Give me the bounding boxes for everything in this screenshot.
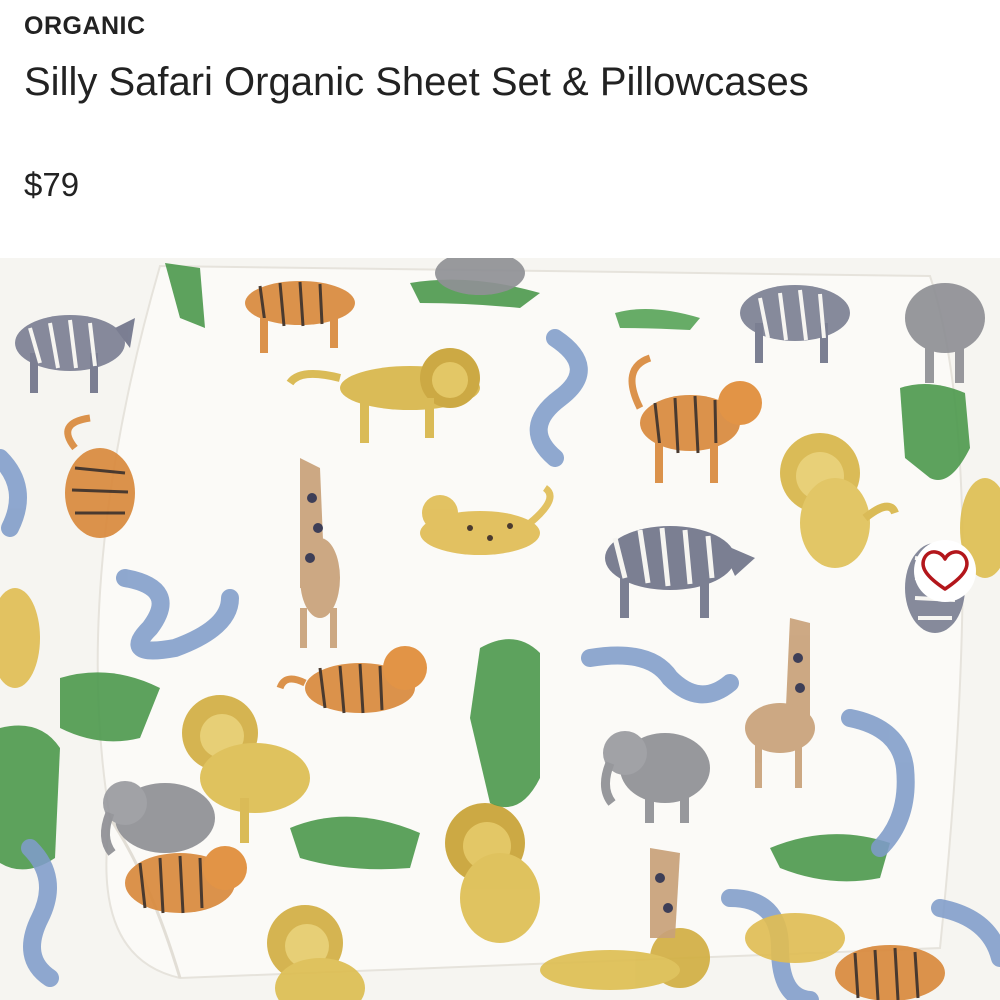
favorite-button[interactable]: [913, 539, 977, 603]
product-image[interactable]: [0, 258, 1000, 1000]
product-header: ORGANIC Silly Safari Organic Sheet Set &…: [0, 0, 1000, 258]
product-price: $79: [24, 166, 80, 203]
organic-badge: ORGANIC: [24, 12, 146, 40]
product-title: Silly Safari Organic Sheet Set & Pillowc…: [24, 60, 809, 104]
heart-icon: [914, 540, 976, 602]
